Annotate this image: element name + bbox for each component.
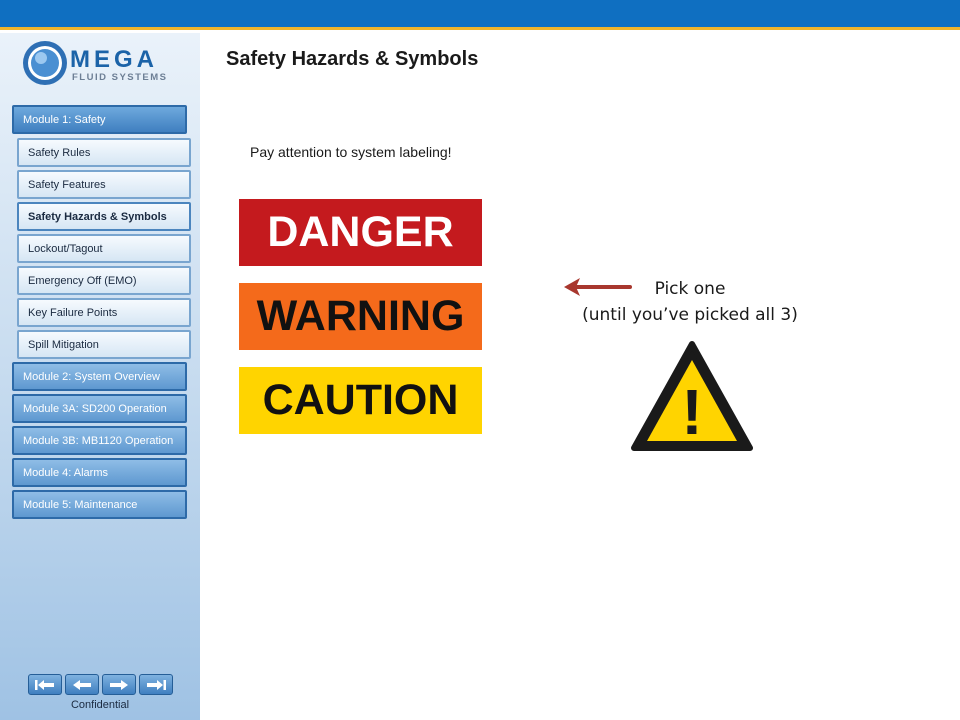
pick-instruction: Pick one (until you’ve picked all 3): [560, 276, 820, 328]
danger-sign[interactable]: DANGER: [239, 199, 482, 266]
sidebar-item-emergency-off[interactable]: Emergency Off (EMO): [17, 266, 191, 295]
logo-globe-icon: [23, 41, 67, 85]
sidebar-item-safety-rules[interactable]: Safety Rules: [17, 138, 191, 167]
sidebar-module-4-alarms[interactable]: Module 4: Alarms: [12, 458, 187, 487]
sidebar-module-5-maintenance[interactable]: Module 5: Maintenance: [12, 490, 187, 519]
top-banner-stripe: [0, 27, 960, 30]
previous-slide-button[interactable]: [65, 674, 99, 695]
first-slide-button[interactable]: [28, 674, 62, 695]
next-icon: [110, 679, 128, 690]
sidebar-module-1-safety[interactable]: Module 1: Safety: [12, 105, 187, 134]
sidebar-module-3b-mb1120-operation[interactable]: Module 3B: MB1120 Operation: [12, 426, 187, 455]
sidebar-item-lockout-tagout[interactable]: Lockout/Tagout: [17, 234, 191, 263]
last-icon: [147, 679, 166, 690]
sidebar-item-safety-features[interactable]: Safety Features: [17, 170, 191, 199]
warning-triangle-icon: !: [631, 341, 753, 451]
pick-instruction-line-1: Pick one: [654, 279, 726, 299]
top-banner: [0, 0, 960, 30]
sidebar-module-3a-sd200-operation[interactable]: Module 3A: SD200 Operation: [12, 394, 187, 423]
page-title: Safety Hazards & Symbols: [226, 48, 479, 70]
logo-name: MEGA: [70, 46, 158, 73]
navigation-controls: [28, 674, 173, 696]
logo-subtitle: FLUID SYSTEMS: [72, 72, 168, 83]
sidebar-module-2-system-overview[interactable]: Module 2: System Overview: [12, 362, 187, 391]
sidebar-item-safety-hazards-symbols[interactable]: Safety Hazards & Symbols: [17, 202, 191, 231]
caution-sign[interactable]: CAUTION: [239, 367, 482, 434]
back-icon: [73, 679, 91, 690]
hazard-exclamation-glyph: !: [681, 376, 702, 448]
confidential-label: Confidential: [70, 699, 130, 711]
sidebar-item-spill-mitigation[interactable]: Spill Mitigation: [17, 330, 191, 359]
next-slide-button[interactable]: [102, 674, 136, 695]
last-slide-button[interactable]: [139, 674, 173, 695]
company-logo: MEGA FLUID SYSTEMS: [20, 38, 180, 90]
pick-instruction-line-2: (until you’ve picked all 3): [582, 305, 798, 325]
sidebar-item-key-failure-points[interactable]: Key Failure Points: [17, 298, 191, 327]
first-icon: [35, 679, 54, 690]
warning-sign[interactable]: WARNING: [239, 283, 482, 350]
instruction-text: Pay attention to system labeling!: [250, 144, 452, 160]
